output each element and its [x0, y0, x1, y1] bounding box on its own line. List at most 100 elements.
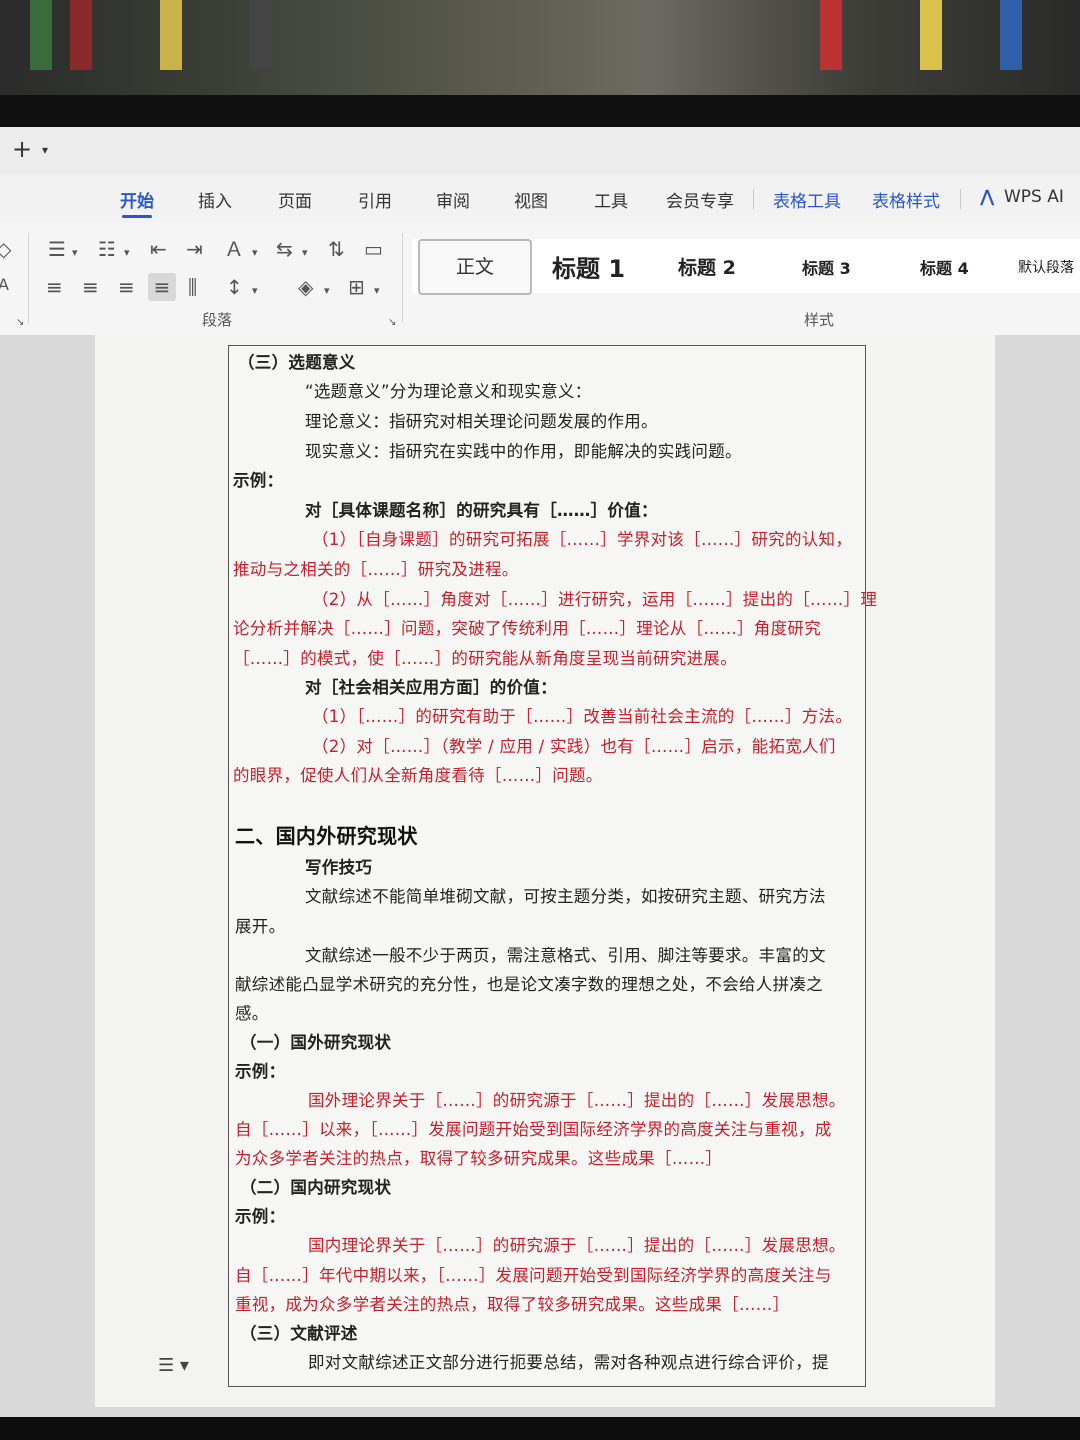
sort-icon[interactable]: ⇆: [276, 239, 293, 259]
tab-member[interactable]: 会员专享: [666, 187, 734, 212]
chevron-down-icon[interactable]: ▾: [72, 243, 78, 263]
example-line: （1）［自身课题］的研究可拓展［……］学界对该［……］研究的认知，: [312, 530, 853, 549]
distribute-icon[interactable]: ⫼: [188, 277, 197, 297]
tab-review[interactable]: 审阅: [436, 187, 470, 212]
style-heading-4[interactable]: 标题 4: [920, 255, 969, 279]
body-line: 即对文献综述正文部分进行扼要总结，需对各种观点进行综合评价，提: [308, 1353, 829, 1372]
navigation-pane-icon[interactable]: ☰ ▾: [158, 1355, 189, 1376]
example-line: 论分析并解决［……］问题，突破了传统利用［……］理论从［……］角度研究: [233, 619, 821, 638]
shading-icon[interactable]: ◈: [298, 277, 313, 297]
background-flag: [30, 0, 52, 70]
body-line: 文献综述一般不少于两页，需注意格式、引用、脚注等要求。丰富的文: [305, 946, 826, 965]
menu-separator: [960, 189, 961, 209]
dialog-launcher-icon[interactable]: ↘: [16, 313, 24, 333]
ribbon-menu: 开始 插入 页面 引用 审阅 视图 工具 会员专享 表格工具 表格样式 ⋀ WP…: [0, 175, 1080, 223]
align-left-icon[interactable]: ≡: [46, 277, 63, 297]
active-tab-indicator: [122, 215, 152, 218]
group-separator: [28, 233, 29, 323]
example-line: 为众多学者关注的热点，取得了较多研究成果。这些成果［……］: [235, 1149, 723, 1168]
new-tab-button[interactable]: +: [12, 137, 32, 161]
body-line: 现实意义：指研究在实践中的作用，即能解决的实践问题。: [305, 442, 742, 461]
style-heading-1[interactable]: 标题 1: [552, 249, 625, 284]
style-default-paragraph[interactable]: 默认段落: [1018, 257, 1074, 277]
show-marks-icon[interactable]: ▭: [364, 239, 383, 259]
tab-bar: + ▾: [0, 127, 1080, 175]
example-line: 国内理论界关于［……］的研究源于［……］提出的［……］发展思想。: [308, 1236, 846, 1255]
ribbon-toolbar: ◇ A ☰ ▾ ☷ ▾ ⇤ ⇥ Ａ ▾ ⇆ ▾ ⇅ ▭ ≡ ≡ ≡ ≡ ⫼ ↕ …: [0, 223, 1080, 336]
clipped-icon[interactable]: ◇: [0, 239, 11, 259]
numbered-list-icon[interactable]: ☷: [98, 239, 116, 259]
tab-references[interactable]: 引用: [358, 187, 392, 212]
subheading-line: 写作技巧: [305, 858, 373, 877]
monitor-bezel-bottom: [0, 1417, 1080, 1440]
body-line: 理论意义：指研究对相关理论问题发展的作用。: [305, 412, 658, 431]
style-heading-3[interactable]: 标题 3: [802, 255, 851, 279]
photo-background: [0, 0, 1080, 100]
example-label: 示例：: [235, 1207, 286, 1226]
increase-indent-icon[interactable]: ⇥: [186, 239, 203, 259]
example-line: ［……］的模式，使［……］的研究能从新角度呈现当前研究进展。: [233, 649, 737, 668]
background-flag: [1000, 0, 1022, 70]
styles-group-label: 样式: [804, 311, 835, 329]
align-right-icon[interactable]: ≡: [118, 277, 135, 297]
example-line: （2）对［……］（教学 / 应用 / 实践）也有［……］启示，能拓宽人们: [312, 737, 836, 756]
align-center-icon[interactable]: ≡: [82, 277, 99, 297]
tab-table-style[interactable]: 表格样式: [872, 187, 940, 212]
bullet-list-icon[interactable]: ☰: [48, 239, 66, 259]
body-line: “选题意义”分为理论意义和现实意义：: [305, 382, 592, 401]
chevron-down-icon[interactable]: ▾: [252, 243, 258, 263]
example-line: 自［……］年代中期以来，［……］发展问题开始受到国际经济学界的高度关注与: [235, 1266, 832, 1285]
example-line: 推动与之相关的［……］研究及进程。: [233, 560, 519, 579]
style-heading-2[interactable]: 标题 2: [678, 253, 736, 280]
style-normal[interactable]: 正文: [418, 239, 532, 295]
border-icon[interactable]: ⊞: [348, 277, 365, 297]
tab-home[interactable]: 开始: [120, 187, 154, 212]
example-line: 的眼界，促使人们从全新角度看待［……］问题。: [233, 766, 603, 785]
wps-ai-icon[interactable]: ⋀: [980, 187, 994, 207]
example-label: 示例：: [233, 471, 284, 490]
body-line: 感。: [235, 1004, 269, 1023]
chevron-down-icon[interactable]: ▾: [124, 243, 130, 263]
paragraph-group-label: 段落: [202, 311, 233, 329]
monitor-bezel: [0, 95, 1080, 127]
justify-icon[interactable]: ≡: [148, 273, 176, 301]
line-spacing-icon[interactable]: ↕: [226, 277, 243, 297]
example-line: （2）从［……］角度对［……］进行研究，运用［……］提出的［……］理: [312, 590, 878, 609]
chevron-down-icon[interactable]: ▾: [42, 143, 48, 157]
subheading-line: 对［社会相关应用方面］的价值：: [305, 678, 557, 697]
background-flag: [160, 0, 182, 70]
example-line: 自［……］以来，［……］发展问题开始受到国际经济学界的高度关注与重视，成: [235, 1120, 832, 1139]
tab-page[interactable]: 页面: [278, 187, 312, 212]
tab-wps-ai[interactable]: WPS AI: [1004, 187, 1064, 207]
body-line: 展开。: [235, 917, 286, 936]
body-line: 文献综述不能简单堆砌文献，可按主题分类，如按研究主题、研究方法: [305, 887, 826, 906]
example-line: （1）［……］的研究有助于［……］改善当前社会主流的［……］方法。: [312, 707, 853, 726]
chevron-down-icon[interactable]: ▾: [374, 281, 380, 301]
menu-separator: [753, 189, 754, 209]
section-heading: （三）选题意义: [238, 353, 356, 372]
tab-tools[interactable]: 工具: [594, 187, 628, 212]
example-line: 重视，成为众多学者关注的热点，取得了较多研究成果。这些成果［……］: [235, 1295, 790, 1314]
group-separator: [402, 233, 403, 323]
background-flag: [250, 0, 272, 70]
decrease-indent-icon[interactable]: ⇤: [150, 239, 167, 259]
subheading-line: 对［具体课题名称］的研究具有［……］价值：: [305, 501, 658, 520]
chevron-down-icon[interactable]: ▾: [302, 243, 308, 263]
section-heading: （一）国外研究现状: [240, 1033, 392, 1052]
body-line: 献综述能凸显学术研究的充分性，也是论文凑字数的理想之处，不会给人拼凑之: [235, 975, 823, 994]
chevron-down-icon[interactable]: ▾: [252, 281, 258, 301]
section-heading: （二）国内研究现状: [240, 1178, 392, 1197]
sort-az-icon[interactable]: ⇅: [328, 239, 345, 259]
tab-table-tools[interactable]: 表格工具: [773, 187, 841, 212]
background-flag: [820, 0, 842, 70]
dialog-launcher-icon[interactable]: ↘: [388, 313, 396, 333]
text-direction-icon[interactable]: Ａ: [224, 239, 244, 259]
section-heading: （三）文献评述: [240, 1324, 358, 1343]
tab-view[interactable]: 视图: [514, 187, 548, 212]
background-flag: [70, 0, 92, 70]
tab-insert[interactable]: 插入: [198, 187, 232, 212]
background-flag: [920, 0, 942, 70]
chevron-down-icon[interactable]: ▾: [324, 281, 330, 301]
chapter-heading: 二、国内外研究现状: [235, 824, 418, 848]
clipped-icon[interactable]: A: [0, 275, 9, 295]
